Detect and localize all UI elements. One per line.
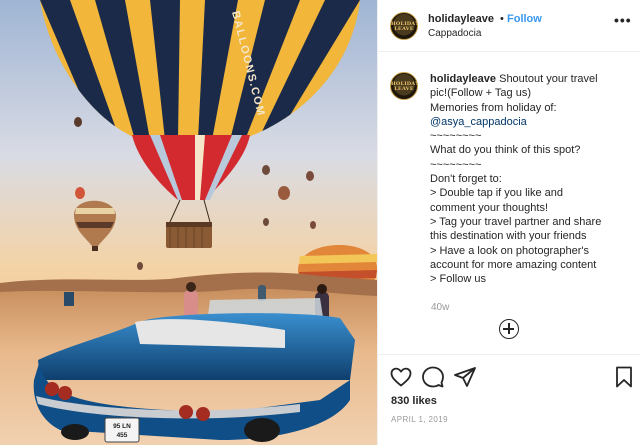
caption-username-link[interactable]: holidayleave — [430, 73, 496, 85]
caption-text: holidayleave Shoutout your travel pic!(F… — [430, 72, 630, 286]
caption-line-14: account for more amazing content — [430, 258, 597, 271]
caption-line-15: > Follow us — [430, 273, 486, 286]
caption-line-13: > Have a look on photographer's — [430, 244, 589, 257]
plus-circle-icon[interactable] — [499, 319, 519, 339]
location-link[interactable]: Cappadocia — [428, 28, 481, 39]
caption-line-5: ~~~~~~~~ — [430, 130, 482, 143]
caption-line-2: pic!(Follow + Tag us) — [430, 87, 531, 100]
caption-line-11: > Tag your travel partner and share — [430, 215, 602, 228]
bookmark-icon[interactable] — [612, 365, 636, 389]
caption-line-10: comment your thoughts! — [430, 201, 549, 214]
plate-line-2: 455 — [117, 432, 128, 439]
post-header: HOLIDAY LEAVE holidayleave • Follow Capp… — [378, 0, 640, 52]
more-options-button[interactable]: ••• — [614, 12, 632, 28]
caption-line-7: ~~~~~~~~ — [430, 158, 482, 171]
caption-line-1: holidayleave Shoutout your travel — [430, 72, 630, 86]
caption-line-9: > Double tap if you like and — [430, 187, 564, 200]
heart-icon[interactable] — [389, 365, 413, 389]
caption-line-8: Don't forget to: — [430, 173, 502, 186]
caption-timestamp: 40w — [431, 302, 450, 313]
follow-button[interactable]: Follow — [507, 13, 542, 25]
post-actions: 830 likes APRIL 1, 2019 — [378, 354, 640, 445]
caption-avatar[interactable]: HOLIDAY LEAVE — [390, 72, 418, 100]
caption-line-1-text: Shoutout your travel — [496, 73, 598, 85]
caption-line-6: What do you think of this spot? — [430, 144, 581, 157]
plate-line-1: 95 LN — [113, 423, 131, 430]
likes-count[interactable]: 830 likes — [391, 395, 437, 407]
caption-line-3: Memories from holiday of: — [430, 101, 557, 114]
post-photo[interactable]: BALLOONS.COM 95 LN 455 — [0, 0, 377, 445]
post-side-panel: HOLIDAY LEAVE holidayleave • Follow Capp… — [377, 0, 640, 445]
header-username-link[interactable]: holidayleave — [428, 13, 494, 25]
mention-link[interactable]: @asya_cappadocia — [430, 115, 630, 129]
profile-avatar[interactable]: HOLIDAY LEAVE — [390, 12, 418, 40]
post-date: APRIL 1, 2019 — [391, 415, 448, 424]
caption-avatar-logo-text: HOLIDAY LEAVE — [391, 81, 418, 92]
caption-line-12: this destination with your friends — [430, 230, 587, 243]
post-caption: HOLIDAY LEAVE holidayleave Shoutout your… — [378, 52, 640, 354]
header-separator: • — [500, 13, 504, 25]
avatar-logo-text: HOLIDAY LEAVE — [391, 21, 418, 32]
comment-icon[interactable] — [421, 365, 445, 389]
send-icon[interactable] — [453, 365, 477, 389]
